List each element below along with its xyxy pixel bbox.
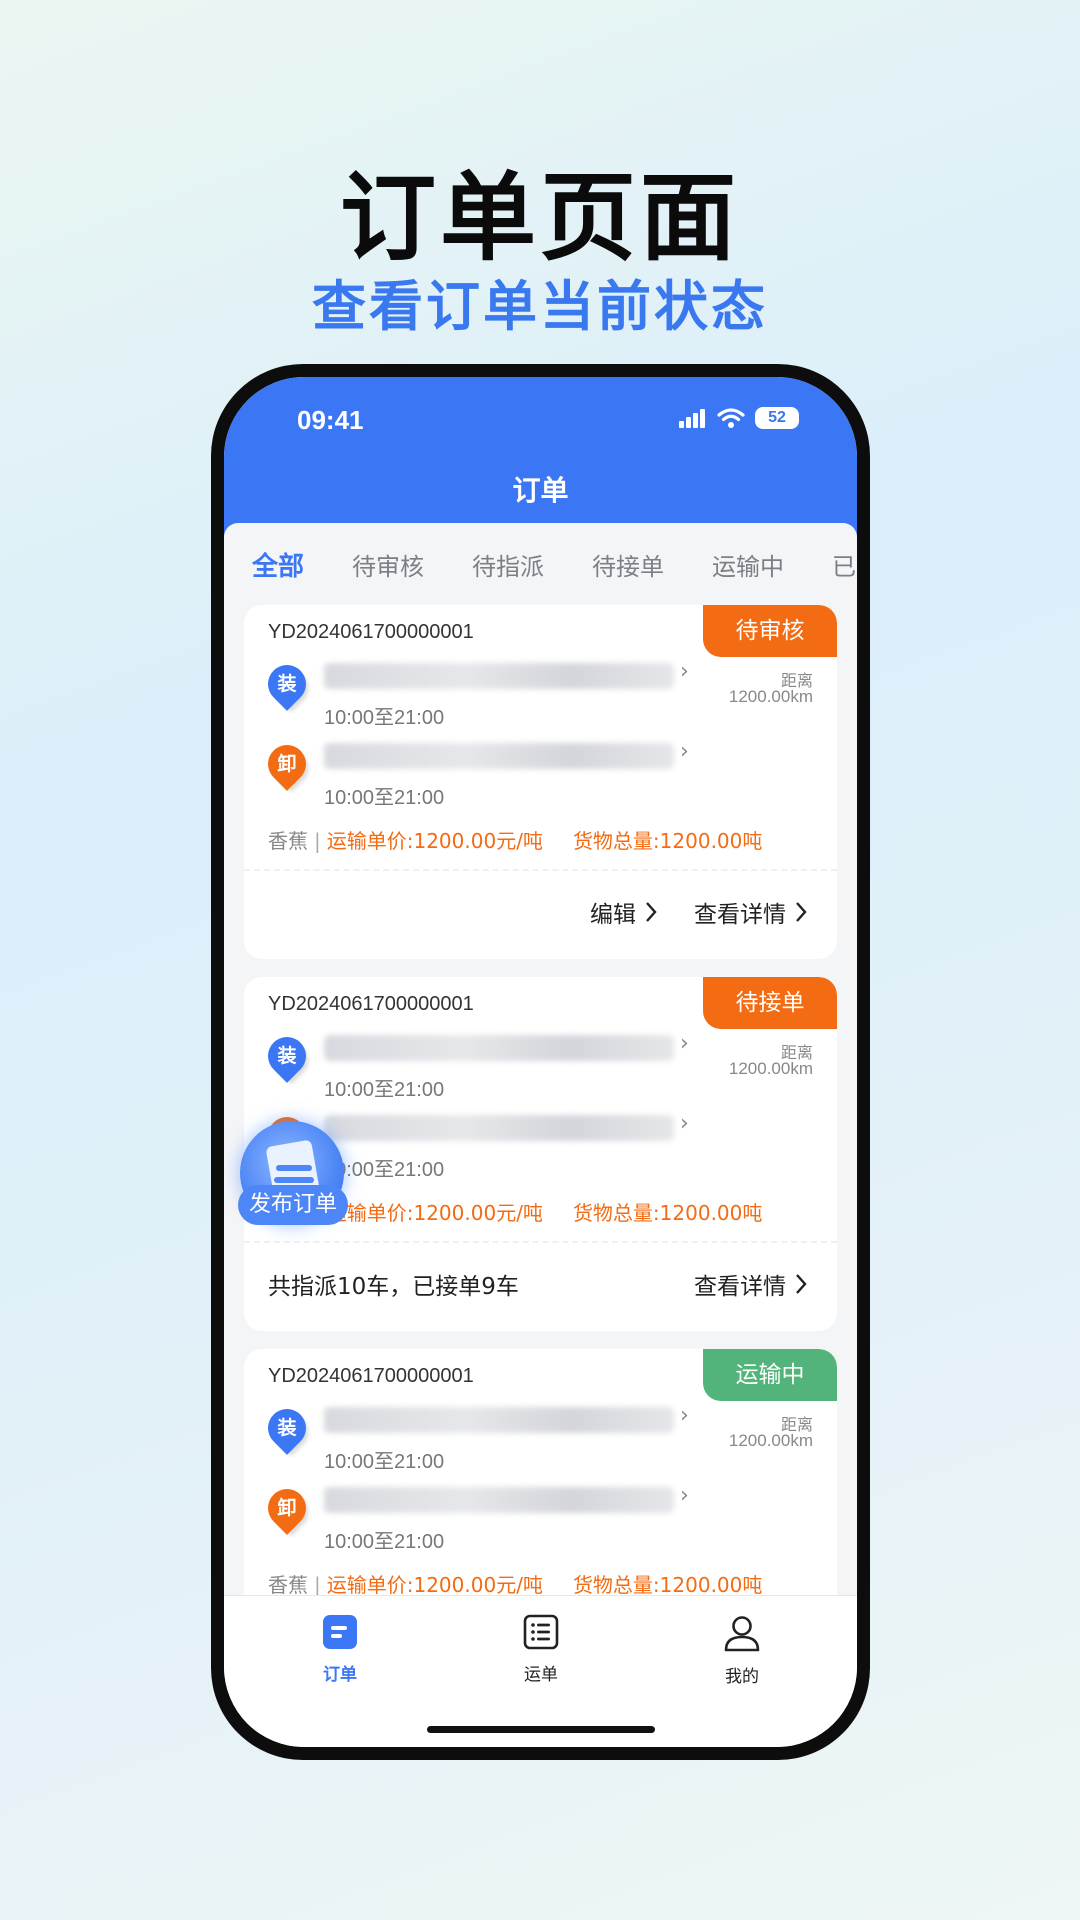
chevron-right-icon: › — [680, 1111, 689, 1136]
order-list: YD2024061700000001 待审核 装 › 10:00至21:00 距… — [224, 605, 857, 1595]
chevron-right-icon — [796, 1274, 807, 1294]
app-screen: 09:41 52 订单 全部 待审核 待指派 待接单 运输中 已 YD20240… — [224, 377, 857, 1747]
tab-pending-review[interactable]: 待审核 — [352, 547, 424, 582]
unload-address[interactable] — [324, 1115, 674, 1141]
profile-icon — [724, 1616, 760, 1652]
load-time: 10:00至21:00 — [324, 1079, 445, 1101]
chevron-right-icon: › — [680, 739, 689, 764]
tab-pending-assign[interactable]: 待指派 — [472, 547, 544, 582]
load-time: 10:00至21:00 — [324, 1451, 445, 1473]
card-divider — [244, 1241, 837, 1243]
header-bar: 09:41 52 订单 — [224, 377, 857, 537]
document-line — [276, 1165, 312, 1171]
nav-waybills[interactable]: 运单 — [481, 1614, 601, 1685]
distance-value: 1200.00km — [728, 1059, 813, 1078]
promo-title: 订单页面 — [340, 162, 740, 274]
page-title: 订单 — [512, 474, 569, 507]
order-card[interactable]: YD2024061700000001 运输中 装 › 10:00至21:00 距… — [244, 1349, 837, 1595]
status-badge: 待接单 — [703, 977, 837, 1029]
load-address[interactable] — [324, 1035, 674, 1061]
view-details-label: 查看详情 — [694, 1274, 786, 1300]
unload-address[interactable] — [324, 743, 674, 769]
status-tabs: 全部 待审核 待指派 待接单 运输中 已完 — [224, 523, 857, 605]
assignment-summary: 共指派10车，已接单9车 — [268, 1274, 519, 1300]
unload-mark: 卸 — [277, 1497, 297, 1519]
view-details-button[interactable]: 查看详情 — [694, 895, 808, 929]
load-mark: 装 — [277, 1045, 297, 1067]
tab-pending-accept[interactable]: 待接单 — [592, 547, 664, 582]
status-icons: 52 — [679, 407, 799, 429]
home-indicator — [427, 1726, 655, 1733]
order-number: YD2024061700000001 — [268, 621, 474, 643]
order-number: YD2024061700000001 — [268, 993, 474, 1015]
unit-price: 运输单价:1200.00元/吨 — [326, 1201, 543, 1225]
load-time: 10:00至21:00 — [324, 707, 445, 729]
card-divider — [244, 869, 837, 871]
tab-completed[interactable]: 已完 — [832, 547, 857, 582]
order-card[interactable]: YD2024061700000001 待审核 装 › 10:00至21:00 距… — [244, 605, 837, 959]
signal-icon — [679, 409, 705, 428]
total-quantity: 货物总量:1200.00吨 — [572, 1573, 763, 1595]
distance-value: 1200.00km — [728, 687, 813, 706]
battery-indicator: 52 — [755, 407, 799, 429]
tab-all[interactable]: 全部 — [252, 546, 304, 583]
chevron-right-icon: › — [680, 1483, 689, 1508]
order-number: YD2024061700000001 — [268, 1365, 474, 1387]
chevron-right-icon — [646, 902, 657, 922]
load-mark: 装 — [277, 1417, 297, 1439]
waybill-icon — [523, 1614, 559, 1650]
publish-order-label[interactable]: 发布订单 — [238, 1185, 348, 1225]
nav-waybills-label: 运单 — [524, 1665, 558, 1685]
tab-in-transit[interactable]: 运输中 — [712, 547, 784, 582]
view-details-button[interactable]: 查看详情 — [694, 1267, 808, 1301]
nav-profile-label: 我的 — [725, 1667, 759, 1687]
distance-value: 1200.00km — [728, 1431, 813, 1450]
unload-time: 10:00至21:00 — [324, 787, 445, 809]
status-badge: 运输中 — [703, 1349, 837, 1401]
goods-line: 香蕉|运输单价:1200.00元/吨 货物总量:1200.00吨 — [268, 825, 762, 854]
edit-button[interactable]: 编辑 — [590, 895, 658, 929]
wifi-icon — [717, 408, 745, 428]
chevron-right-icon: › — [680, 1403, 689, 1428]
chevron-right-icon: › — [680, 659, 689, 684]
edit-label: 编辑 — [590, 902, 636, 928]
order-icon — [323, 1615, 357, 1649]
load-address[interactable] — [324, 1407, 674, 1433]
nav-orders-label: 订单 — [323, 1665, 357, 1685]
nav-orders[interactable]: 订单 — [280, 1614, 400, 1685]
separator: | — [314, 1573, 321, 1595]
unload-time: 10:00至21:00 — [324, 1531, 445, 1553]
chevron-right-icon: › — [680, 1031, 689, 1056]
unload-address[interactable] — [324, 1487, 674, 1513]
phone-frame: 09:41 52 订单 全部 待审核 待指派 待接单 运输中 已 YD20240… — [211, 364, 870, 1760]
load-address[interactable] — [324, 663, 674, 689]
document-line — [274, 1177, 314, 1183]
total-quantity: 货物总量:1200.00吨 — [572, 829, 763, 853]
unload-mark: 卸 — [277, 753, 297, 775]
load-mark: 装 — [277, 673, 297, 695]
unit-price: 运输单价:1200.00元/吨 — [326, 829, 543, 853]
goods-name: 香蕉 — [268, 829, 308, 853]
promo-subtitle: 查看订单当前状态 — [312, 275, 768, 338]
status-badge: 待审核 — [703, 605, 837, 657]
separator: | — [314, 829, 321, 853]
goods-name: 香蕉 — [268, 1573, 308, 1595]
total-quantity: 货物总量:1200.00吨 — [572, 1201, 763, 1225]
nav-profile[interactable]: 我的 — [682, 1614, 802, 1687]
view-details-label: 查看详情 — [694, 902, 786, 928]
bottom-navigation: 订单 运单 我的 — [224, 1595, 857, 1747]
chevron-right-icon — [796, 902, 807, 922]
status-time: 09:41 — [297, 405, 364, 435]
goods-line: 香蕉 |运输单价:1200.00元/吨 货物总量:1200.00吨 — [268, 1569, 762, 1595]
unit-price: 运输单价:1200.00元/吨 — [326, 1573, 543, 1595]
